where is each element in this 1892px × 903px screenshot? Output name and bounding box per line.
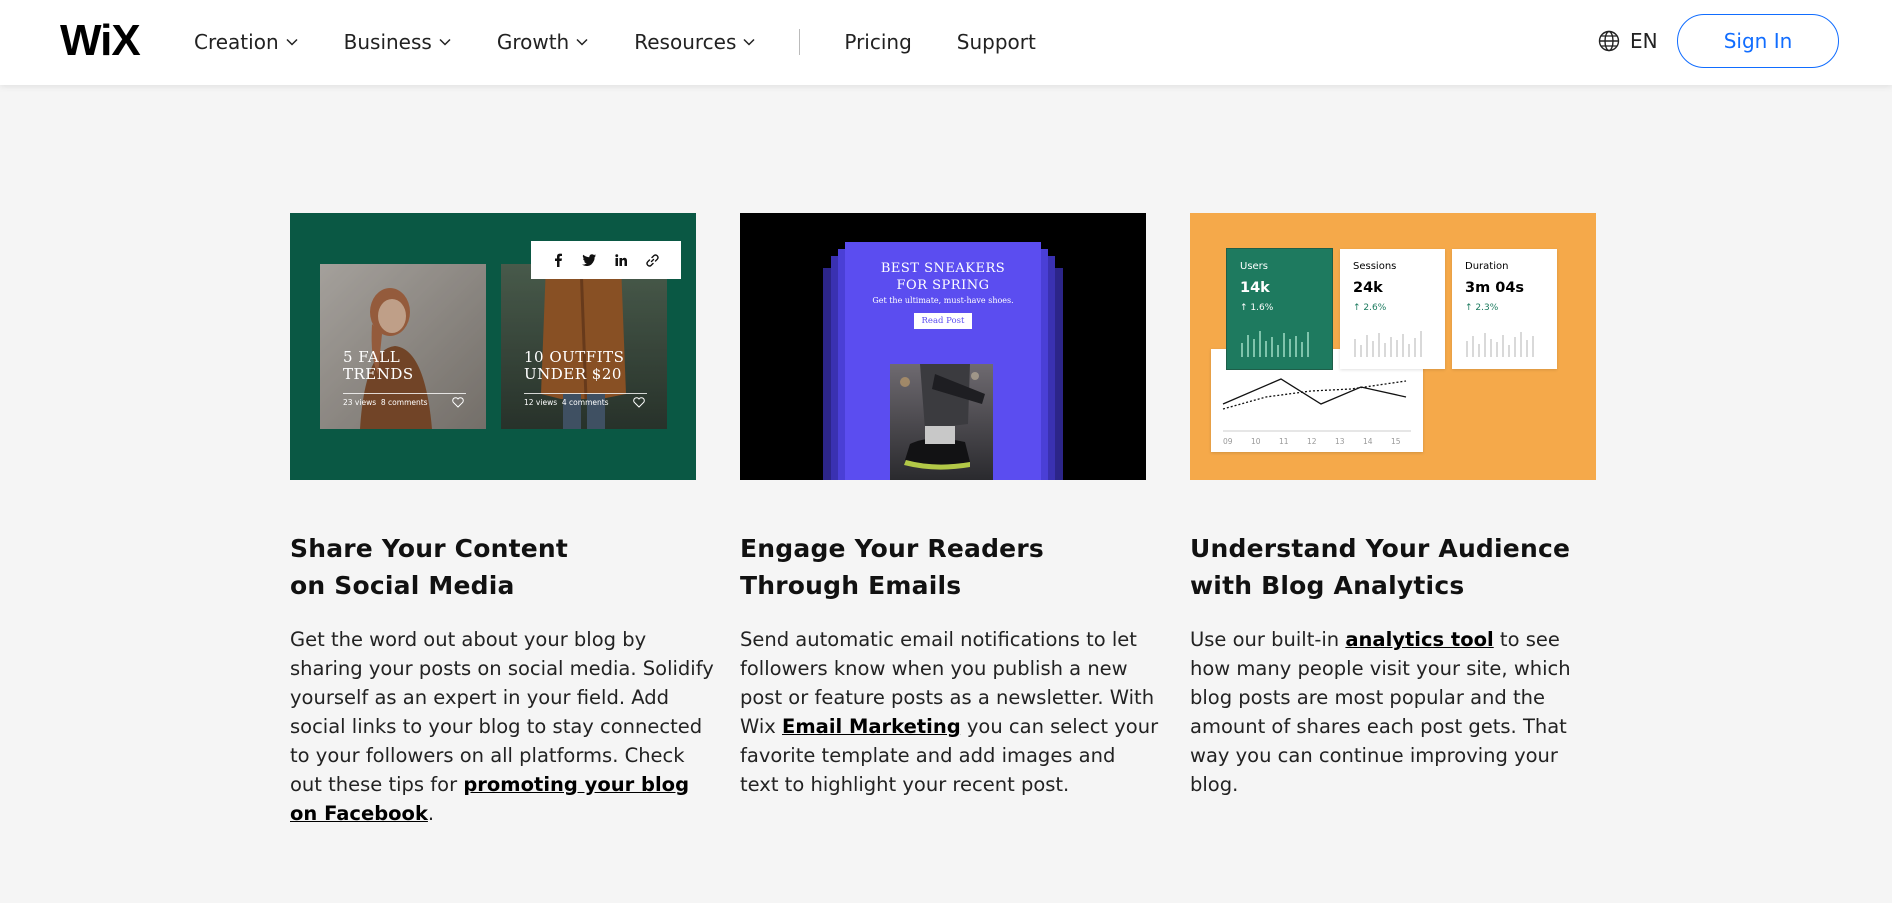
post-title-line: 10 OUTFITS (524, 348, 625, 366)
feature-description: Get the word out about your blog by shar… (290, 625, 720, 828)
language-selector[interactable]: EN (1598, 29, 1658, 53)
stat-change: ↑ 2.3% (1465, 303, 1499, 313)
divider (524, 393, 647, 394)
chevron-down-icon (743, 38, 755, 46)
share-bar (531, 241, 681, 279)
description-text: Use our built-in (1190, 628, 1346, 651)
stat-value: 14k (1240, 280, 1270, 296)
blog-post-card: 5 FALL TRENDS 23 views 8 comments (320, 264, 486, 429)
feature-title-line: with Blog Analytics (1190, 571, 1465, 600)
description-text: to see how many people visit your site, … (1190, 628, 1571, 796)
language-label: EN (1630, 29, 1658, 53)
nav-creation[interactable]: Creation (194, 30, 298, 54)
stat-label: Duration (1465, 261, 1509, 272)
stat-value: 3m 04s (1465, 280, 1525, 296)
post-title-line: UNDER $20 (524, 365, 622, 383)
nav-growth[interactable]: Growth (497, 30, 588, 54)
stat-change: ↑ 2.6% (1353, 303, 1387, 313)
chevron-down-icon (286, 38, 298, 46)
stat-label: Users (1240, 261, 1269, 272)
linkedin-icon (615, 254, 628, 266)
analytics-tool-link[interactable]: analytics tool (1345, 628, 1493, 651)
chevron-down-icon (576, 38, 588, 46)
post-title-line: TRENDS (343, 365, 414, 383)
email-heading: BEST SNEAKERS FOR SPRING (845, 260, 1041, 294)
nav-label: Business (343, 30, 432, 54)
x-tick: 09 (1223, 437, 1233, 446)
x-tick: 15 (1391, 437, 1401, 446)
feature-title-line: Share Your Content (290, 534, 569, 563)
email-template: BEST SNEAKERS FOR SPRING Get the ultimat… (845, 242, 1041, 480)
heart-icon (633, 397, 645, 408)
post-title-line: 5 FALL (343, 348, 401, 366)
stat-card-duration: Duration 3m 04s ↑ 2.3% (1452, 249, 1557, 369)
email-marketing-link[interactable]: Email Marketing (782, 715, 961, 738)
social-media-illustration: 5 FALL TRENDS 23 views 8 comments 10 OUT… (290, 213, 696, 480)
email-heading-line: BEST SNEAKERS (880, 261, 1006, 276)
post-title: 5 FALL TRENDS (343, 349, 414, 383)
chevron-down-icon (439, 38, 451, 46)
nav-business[interactable]: Business (344, 30, 451, 54)
nav-label: Growth (496, 30, 570, 54)
link-icon (646, 253, 660, 267)
comments-count: 8 comments (380, 398, 428, 407)
globe-icon (1598, 30, 1620, 52)
feature-description: Use our built-in analytics tool to see h… (1190, 625, 1600, 799)
description-text: . (427, 802, 435, 825)
site-header: WiX Creation Business Growth Resources P… (0, 0, 1892, 85)
email-marketing-illustration: BEST SNEAKERS FOR SPRING Get the ultimat… (740, 213, 1146, 480)
feature-title: Engage Your Readers Through Emails (740, 530, 1044, 604)
post-meta: 12 views 4 comments (524, 398, 609, 407)
feature-title-line: on Social Media (290, 571, 515, 600)
nav-divider (799, 29, 801, 55)
nav-label: Creation (194, 30, 279, 54)
x-tick: 12 (1307, 437, 1317, 446)
sneaker-photo (890, 364, 993, 480)
mini-bar-chart (1466, 332, 1534, 357)
x-tick: 13 (1335, 437, 1345, 446)
post-title: 10 OUTFITS UNDER $20 (524, 349, 624, 383)
stat-card-sessions: Sessions 24k ↑ 2.6% (1340, 249, 1445, 369)
wix-logo[interactable]: WiX (60, 19, 141, 63)
read-post-button: Read Post (913, 313, 973, 329)
divider (343, 393, 466, 394)
stat-change: ↑ 1.6% (1240, 303, 1274, 313)
email-heading-line: FOR SPRING (896, 278, 990, 293)
nav-resources[interactable]: Resources (634, 30, 755, 54)
main-nav: Creation Business Growth Resources Prici… (194, 29, 1081, 55)
feature-description: Send automatic email notifications to le… (740, 625, 1160, 799)
feature-title-line: Through Emails (740, 571, 962, 600)
feature-title: Understand Your Audience with Blog Analy… (1190, 530, 1570, 604)
stat-card-users: Users 14k ↑ 1.6% (1227, 249, 1332, 369)
nav-label: Resources (634, 30, 737, 54)
views-count: 12 views (524, 398, 558, 407)
sign-in-button[interactable]: Sign In (1677, 14, 1839, 68)
blog-post-card: 10 OUTFITS UNDER $20 12 views 4 comments (501, 264, 667, 429)
nav-pricing[interactable]: Pricing (844, 30, 911, 54)
comments-count: 4 comments (561, 398, 609, 407)
x-tick: 10 (1251, 437, 1261, 446)
email-subheading: Get the ultimate, must-have shoes. (872, 296, 1014, 305)
heart-icon (452, 397, 464, 408)
x-tick: 14 (1363, 437, 1373, 446)
feature-title: Share Your Content on Social Media (290, 530, 568, 604)
feature-title-line: Understand Your Audience (1190, 534, 1571, 563)
x-tick: 11 (1279, 437, 1289, 446)
stat-label: Sessions (1353, 261, 1397, 272)
twitter-icon (581, 254, 596, 266)
mini-bar-chart (1241, 331, 1309, 357)
analytics-illustration: 09 10 11 12 13 14 15 Users 14k ↑ 1.6% Se… (1190, 213, 1596, 480)
description-text: Get the word out about your blog by shar… (290, 628, 714, 796)
feature-title-line: Engage Your Readers (740, 534, 1044, 563)
views-count: 23 views (343, 398, 377, 407)
post-meta: 23 views 8 comments (343, 398, 428, 407)
stat-value: 24k (1353, 280, 1383, 296)
mini-bar-chart (1354, 331, 1422, 357)
nav-support[interactable]: Support (957, 30, 1036, 54)
facebook-icon (554, 253, 562, 267)
